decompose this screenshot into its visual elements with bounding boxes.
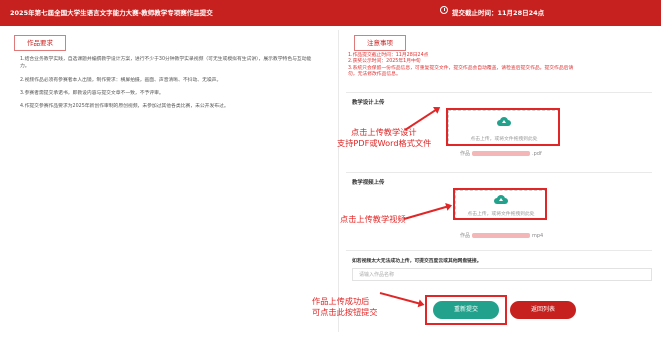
submit-arrow (379, 292, 423, 306)
submit-annotation: 作品上传成功后 可点击此按钮提交 (312, 296, 378, 318)
work-name-input[interactable]: 请输入作品名称 (352, 268, 652, 281)
design-annotation: 点击上传教学设计 支持PDF或Word格式文件 (337, 127, 431, 149)
design-upload-highlight (446, 108, 560, 146)
deadline-text: 提交截止时间：11月28日24点 (452, 9, 545, 17)
video-arrow (403, 204, 451, 220)
deadline: 提交截止时间：11月28日24点 (440, 6, 545, 17)
requirement-2: 2.视频作品必须有参赛者本人出镜，制作要求：横屏拍摄，画面、声音清晰、不抖动、无… (20, 78, 222, 83)
submit-highlight (425, 295, 507, 325)
requirement-1: 1.结合业务教学实践，自选课题并编撰教学设计方案，进行不少于30分钟教学实录视频… (20, 57, 312, 69)
fallback-label: 如若视频太大无法成功上传，可提交百度云或其他网盘链接。 (352, 259, 482, 264)
design-annotation-line-2: 支持PDF或Word格式文件 (337, 138, 432, 148)
page-title: 2025年第七届全国大学生语言文字能力大赛-教师教学专项赛作品提交 (10, 9, 213, 17)
notice-text: 1.作品提交截止时间：11月28日24点 2.获奖公示时间：2025年1月中旬 … (348, 53, 598, 79)
video-file-ext: mp4 (532, 233, 544, 239)
video-file-prefix: 作品 (460, 233, 471, 239)
video-file-name: 作品 mp4 (460, 232, 543, 239)
notice-line-4: 勿，无法修改作品信息。 (348, 72, 401, 78)
section-divider (346, 92, 652, 93)
submit-annotation-line-2: 可点击此按钮提交 (312, 307, 378, 317)
video-upload-highlight (453, 188, 547, 220)
back-to-list-button[interactable]: 返回列表 (510, 301, 576, 319)
clock-icon (440, 6, 448, 14)
section-divider-2 (346, 172, 652, 173)
design-file-name: 作品 .pdf (460, 150, 542, 157)
design-file-prefix: 作品 (460, 151, 471, 157)
video-upload-label: 教学视频上传 (352, 180, 385, 186)
requirement-3: 3.参赛者需提交承诺书，即教设内容与提交文章不一致，不予评审。 (20, 91, 164, 96)
requirement-4: 4.作提交参赛作品要求为2025年新创作审制的原创视频，未参加过其他各类比赛，未… (20, 104, 229, 109)
video-annotation: 点击上传教学视频 (340, 214, 406, 224)
section-divider-3 (346, 250, 652, 251)
redacted-filename (472, 151, 531, 156)
design-upload-label: 教学设计上传 (352, 100, 385, 106)
redacted-filename (472, 233, 531, 238)
design-annotation-line-1: 点击上传教学设计 (351, 127, 417, 137)
requirements-heading: 作品要求 (14, 35, 66, 51)
top-header-bar: 2025年第七届全国大学生语言文字能力大赛-教师教学专项赛作品提交 提交截止时间… (0, 0, 661, 26)
vertical-divider (338, 30, 339, 332)
design-file-ext: .pdf (532, 151, 542, 157)
notice-heading: 注意事项 (354, 35, 406, 51)
submit-annotation-line-1: 作品上传成功后 (312, 296, 370, 306)
